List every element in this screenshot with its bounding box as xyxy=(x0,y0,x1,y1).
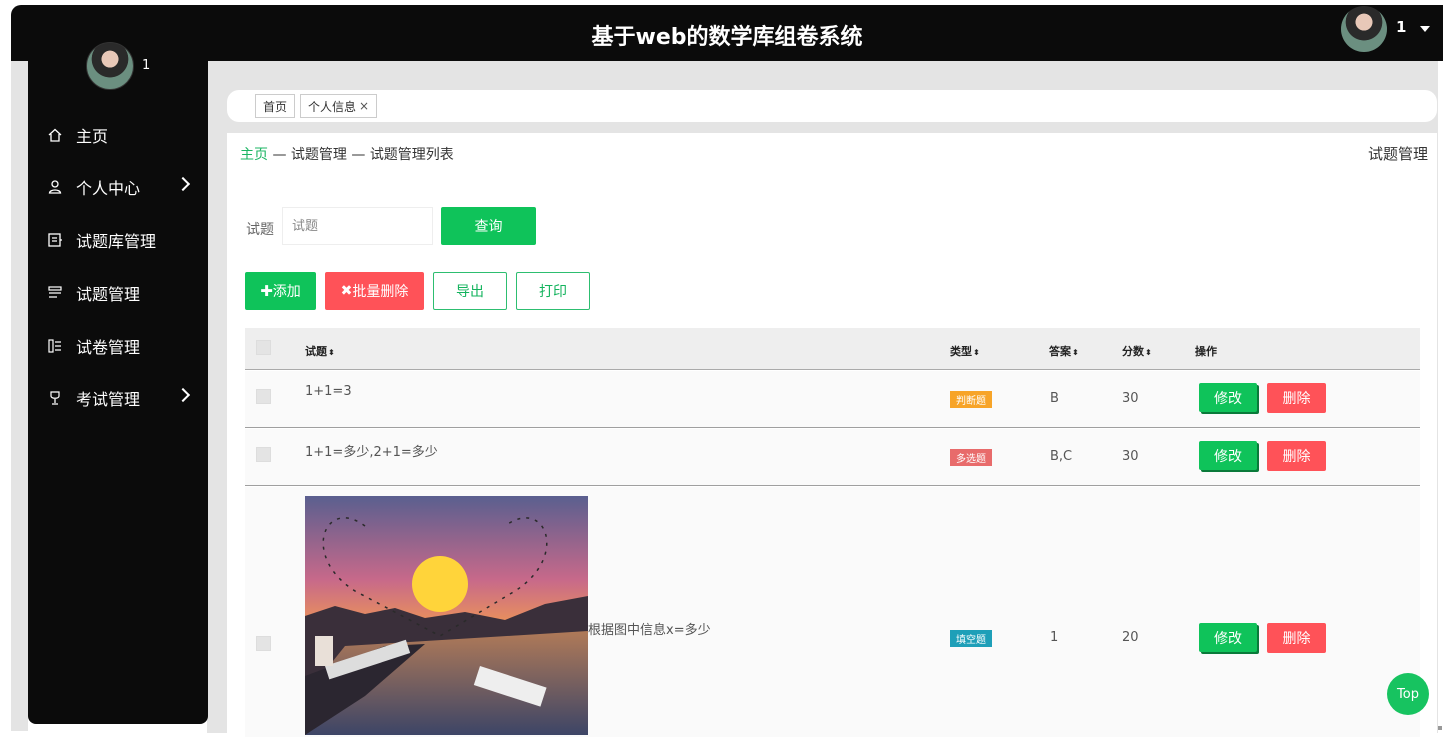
answer-cell: B,C xyxy=(1050,449,1073,464)
edit-button[interactable]: 修改 xyxy=(1199,383,1257,412)
answer-cell: B xyxy=(1050,391,1059,406)
left-gutter xyxy=(11,61,28,731)
question-cell: 1+1=3 xyxy=(305,384,352,399)
chevron-right-icon xyxy=(175,387,191,403)
header-avatar[interactable] xyxy=(1341,6,1387,52)
sort-icon: ⬍ xyxy=(328,348,335,357)
header-username[interactable]: 1 xyxy=(1396,18,1406,36)
sort-icon: ⬍ xyxy=(1145,348,1152,357)
export-button[interactable]: 导出 xyxy=(433,272,507,310)
sidebar-item-personal-center[interactable]: 个人中心 xyxy=(28,167,208,207)
breadcrumb: 主页 — 试题管理 — 试题管理列表 xyxy=(240,144,454,164)
table-row: 1+1=多少,2+1=多少 多选题 B,C 30 修改 删除 xyxy=(245,429,1420,486)
back-to-top-button[interactable]: Top xyxy=(1387,673,1429,715)
question-image xyxy=(305,496,588,735)
content-panel: 主页 — 试题管理 — 试题管理列表 试题管理 试题 查询 ✚添加 ✖批量删除 … xyxy=(227,133,1437,737)
score-cell: 30 xyxy=(1122,449,1139,464)
add-label: 添加 xyxy=(272,284,301,300)
question-bank-icon xyxy=(46,231,64,249)
tab-personal-info[interactable]: 个人信息 × xyxy=(300,94,378,118)
breadcrumb-current: 试题管理列表 xyxy=(369,147,454,163)
sidebar-username: 1 xyxy=(142,58,151,73)
row-checkbox[interactable] xyxy=(256,636,271,651)
home-icon xyxy=(46,126,64,144)
delete-button[interactable]: 删除 xyxy=(1267,383,1326,413)
sidebar-item-question-bank[interactable]: 试题库管理 xyxy=(28,220,208,260)
type-badge: 填空题 xyxy=(950,630,992,647)
sidebar-item-paper-management[interactable]: 试卷管理 xyxy=(28,326,208,366)
list-icon xyxy=(46,284,64,302)
close-icon: ✖ xyxy=(340,283,353,299)
edit-button[interactable]: 修改 xyxy=(1199,441,1257,470)
search-input[interactable] xyxy=(282,207,433,245)
type-badge: 判断题 xyxy=(950,391,992,408)
column-header-actions: 操作 xyxy=(1195,345,1217,358)
column-header-answer[interactable]: 答案⬍ xyxy=(1049,343,1079,359)
close-icon[interactable]: × xyxy=(359,99,369,113)
sort-icon: ⬍ xyxy=(973,348,980,357)
sort-icon: ⬍ xyxy=(1072,348,1079,357)
header-label: 试题 xyxy=(305,345,327,358)
column-header-type[interactable]: 类型⬍ xyxy=(950,343,980,359)
breadcrumb-separator: — xyxy=(268,147,291,163)
row-checkbox[interactable] xyxy=(256,447,271,462)
top-header: 基于web的数学库组卷系统 xyxy=(11,5,1443,61)
header-label: 分数 xyxy=(1122,345,1144,358)
table-row: 1+1=3 判断题 B 30 修改 删除 xyxy=(245,371,1420,428)
tab-label: 个人信息 xyxy=(308,99,357,114)
score-cell: 30 xyxy=(1122,391,1139,406)
plus-icon: ✚ xyxy=(260,282,273,300)
column-header-score[interactable]: 分数⬍ xyxy=(1122,343,1152,359)
row-checkbox[interactable] xyxy=(256,389,271,404)
breadcrumb-separator: — xyxy=(346,147,370,163)
sidebar: 1 主页 个人中心 试题库管理 试题管理 试卷管理 考试管理 xyxy=(28,30,208,724)
answer-cell: 1 xyxy=(1050,630,1059,645)
header-label: 答案 xyxy=(1049,345,1071,358)
sidebar-avatar[interactable] xyxy=(86,42,134,90)
paper-icon xyxy=(46,337,64,355)
sidebar-item-label: 考试管理 xyxy=(76,390,141,409)
sidebar-item-question-management[interactable]: 试题管理 xyxy=(28,273,208,313)
select-all-checkbox[interactable] xyxy=(256,340,271,355)
user-icon xyxy=(46,178,64,196)
edit-button[interactable]: 修改 xyxy=(1199,623,1257,652)
batch-delete-label: 批量删除 xyxy=(352,284,409,300)
sidebar-item-label: 试题库管理 xyxy=(76,232,157,251)
sidebar-item-exam-management[interactable]: 考试管理 xyxy=(28,378,208,418)
table-header: 试题⬍ 类型⬍ 答案⬍ 分数⬍ 操作 xyxy=(245,328,1420,370)
sidebar-item-label: 试题管理 xyxy=(76,285,141,304)
delete-button[interactable]: 删除 xyxy=(1267,623,1326,653)
breadcrumb-home[interactable]: 主页 xyxy=(240,147,268,163)
sidebar-item-label: 个人中心 xyxy=(76,179,141,198)
tab-home[interactable]: 首页 xyxy=(255,94,296,118)
delete-button[interactable]: 删除 xyxy=(1267,441,1326,471)
sidebar-item-label: 主页 xyxy=(76,127,109,146)
header-label: 类型 xyxy=(950,345,972,358)
chevron-right-icon xyxy=(175,176,191,192)
app-title: 基于web的数学库组卷系统 xyxy=(591,25,863,50)
tab-label: 首页 xyxy=(263,99,288,114)
batch-delete-button[interactable]: ✖ 批量删除 xyxy=(325,272,424,310)
table-row: 根据图中信息x=多少 填空题 1 20 修改 删除 xyxy=(245,487,1420,737)
type-badge: 多选题 xyxy=(950,449,992,466)
score-cell: 20 xyxy=(1122,630,1139,645)
scrollbar-corner[interactable] xyxy=(1438,726,1442,730)
question-cell: 1+1=多少,2+1=多少 xyxy=(305,445,438,460)
add-button[interactable]: ✚ 添加 xyxy=(245,272,316,310)
chevron-down-icon[interactable] xyxy=(1420,26,1430,32)
search-label: 试题 xyxy=(246,222,274,238)
tab-bar: 首页 个人信息 × xyxy=(227,90,1437,122)
sidebar-item-home[interactable]: 主页 xyxy=(28,115,208,155)
breadcrumb-item: 试题管理 xyxy=(290,147,347,163)
page-title: 试题管理 xyxy=(1367,145,1428,163)
trophy-icon xyxy=(46,389,64,407)
sidebar-item-label: 试卷管理 xyxy=(76,338,141,357)
print-button[interactable]: 打印 xyxy=(516,272,590,310)
question-cell: 根据图中信息x=多少 xyxy=(588,623,711,638)
column-header-question[interactable]: 试题⬍ xyxy=(305,343,335,359)
search-button[interactable]: 查询 xyxy=(441,207,536,245)
